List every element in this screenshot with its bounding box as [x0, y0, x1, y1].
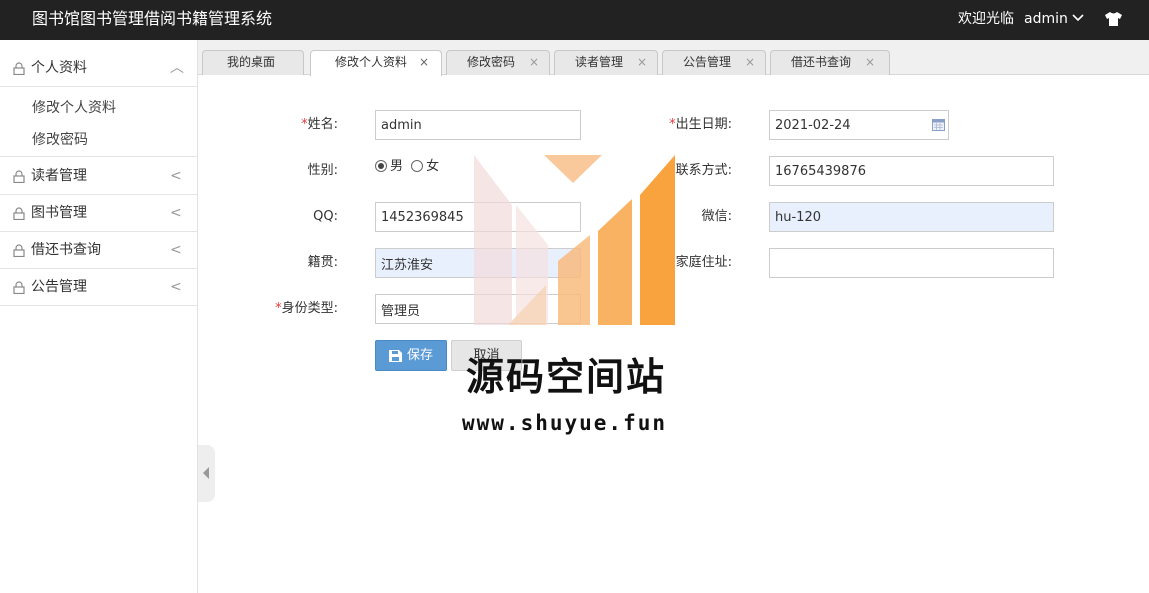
lock-icon [13, 244, 25, 257]
lock-icon [13, 281, 25, 294]
watermark-url: www.shuyue.fun [462, 411, 668, 435]
app-title: 图书馆图书管理借阅书籍管理系统 [32, 9, 273, 28]
tab-borrow-query[interactable]: 借还书查询 × [770, 50, 890, 75]
birth-date-input[interactable] [769, 110, 949, 140]
tab-change-password[interactable]: 修改密码 × [446, 50, 550, 75]
close-icon[interactable]: × [419, 51, 429, 74]
welcome-text: 欢迎光临 [958, 11, 1014, 27]
save-label: 保存 [407, 348, 434, 363]
sidebar-group-profile[interactable]: 个人资料 ︿ [0, 50, 197, 87]
gender-male-radio[interactable] [375, 160, 387, 172]
sidebar-collapse-handle[interactable] [198, 445, 215, 502]
chevron-up-icon: ︿ [170, 60, 184, 76]
sidebar-group-notices[interactable]: 公告管理 < [0, 269, 197, 306]
sidebar: 个人资料 ︿ 修改个人资料 修改密码 读者管理 < 图书管理 < 借还书查询 <… [0, 40, 198, 593]
name-input[interactable] [375, 110, 581, 140]
tab-bar: 我的桌面 修改个人资料 × 修改密码 × 读者管理 × 公告管理 × 借还书查询… [198, 40, 1149, 76]
contact-input[interactable] [769, 156, 1054, 186]
tab-readers[interactable]: 读者管理 × [554, 50, 658, 75]
sidebar-item-edit-profile[interactable]: 修改个人资料 [32, 97, 116, 117]
name-label: *姓名: [301, 117, 338, 132]
sidebar-group-label: 读者管理 [31, 168, 87, 184]
tab-label: 修改个人资料 [335, 55, 408, 69]
chevron-left-icon: < [170, 205, 182, 221]
sidebar-submenu: 修改个人资料 修改密码 [0, 87, 197, 157]
tab-label: 修改密码 [467, 55, 516, 69]
collapse-arrow-icon [203, 467, 209, 479]
gender-female-label: 女 [426, 159, 440, 174]
sidebar-group-label: 借还书查询 [31, 242, 101, 258]
lock-icon [13, 62, 25, 75]
sidebar-item-change-password[interactable]: 修改密码 [32, 129, 88, 149]
tab-edit-profile[interactable]: 修改个人资料 × [310, 50, 442, 76]
sidebar-group-label: 个人资料 [31, 60, 87, 76]
chevron-left-icon: < [170, 279, 182, 295]
wechat-input[interactable] [769, 202, 1054, 232]
watermark-logo [474, 155, 675, 325]
close-icon[interactable]: × [637, 51, 647, 74]
gender-female-radio[interactable] [411, 160, 424, 172]
chevron-left-icon: < [170, 242, 182, 258]
lock-icon [13, 170, 25, 183]
top-header: 图书馆图书管理借阅书籍管理系统 欢迎光临 admin [0, 0, 1149, 40]
gender-male-label: 男 [390, 159, 404, 174]
floppy-disk-icon [389, 350, 402, 362]
gender-radio-group: 男 女 [375, 158, 439, 176]
chevron-down-icon[interactable] [1072, 14, 1084, 22]
sidebar-group-borrow[interactable]: 借还书查询 < [0, 232, 197, 269]
qq-label: QQ: [313, 209, 338, 224]
sidebar-group-label: 公告管理 [31, 279, 87, 295]
sidebar-group-label: 图书管理 [31, 205, 87, 221]
tab-label: 借还书查询 [791, 55, 852, 69]
birth-date-label: *出生日期: [669, 117, 732, 132]
lock-icon [13, 207, 25, 220]
tab-desktop[interactable]: 我的桌面 [202, 50, 304, 75]
tab-notices[interactable]: 公告管理 × [662, 50, 766, 75]
role-label: *身份类型: [275, 301, 338, 316]
theme-shirt-icon[interactable] [1104, 11, 1123, 27]
close-icon[interactable]: × [745, 51, 755, 74]
tab-label: 读者管理 [575, 55, 624, 69]
watermark-title: 源码空间站 [466, 355, 667, 399]
address-input[interactable] [769, 248, 1054, 278]
save-button[interactable]: 保存 [375, 340, 447, 371]
native-place-label: 籍贯: [307, 255, 338, 270]
tab-label: 公告管理 [683, 55, 732, 69]
sidebar-group-books[interactable]: 图书管理 < [0, 195, 197, 232]
calendar-icon[interactable] [932, 119, 945, 131]
close-icon[interactable]: × [865, 51, 875, 74]
chevron-left-icon: < [170, 168, 182, 184]
user-menu[interactable]: admin [1024, 0, 1068, 38]
tab-label: 我的桌面 [227, 55, 276, 69]
sidebar-group-readers[interactable]: 读者管理 < [0, 158, 197, 195]
gender-label: 性别: [307, 163, 338, 178]
close-icon[interactable]: × [529, 51, 539, 74]
